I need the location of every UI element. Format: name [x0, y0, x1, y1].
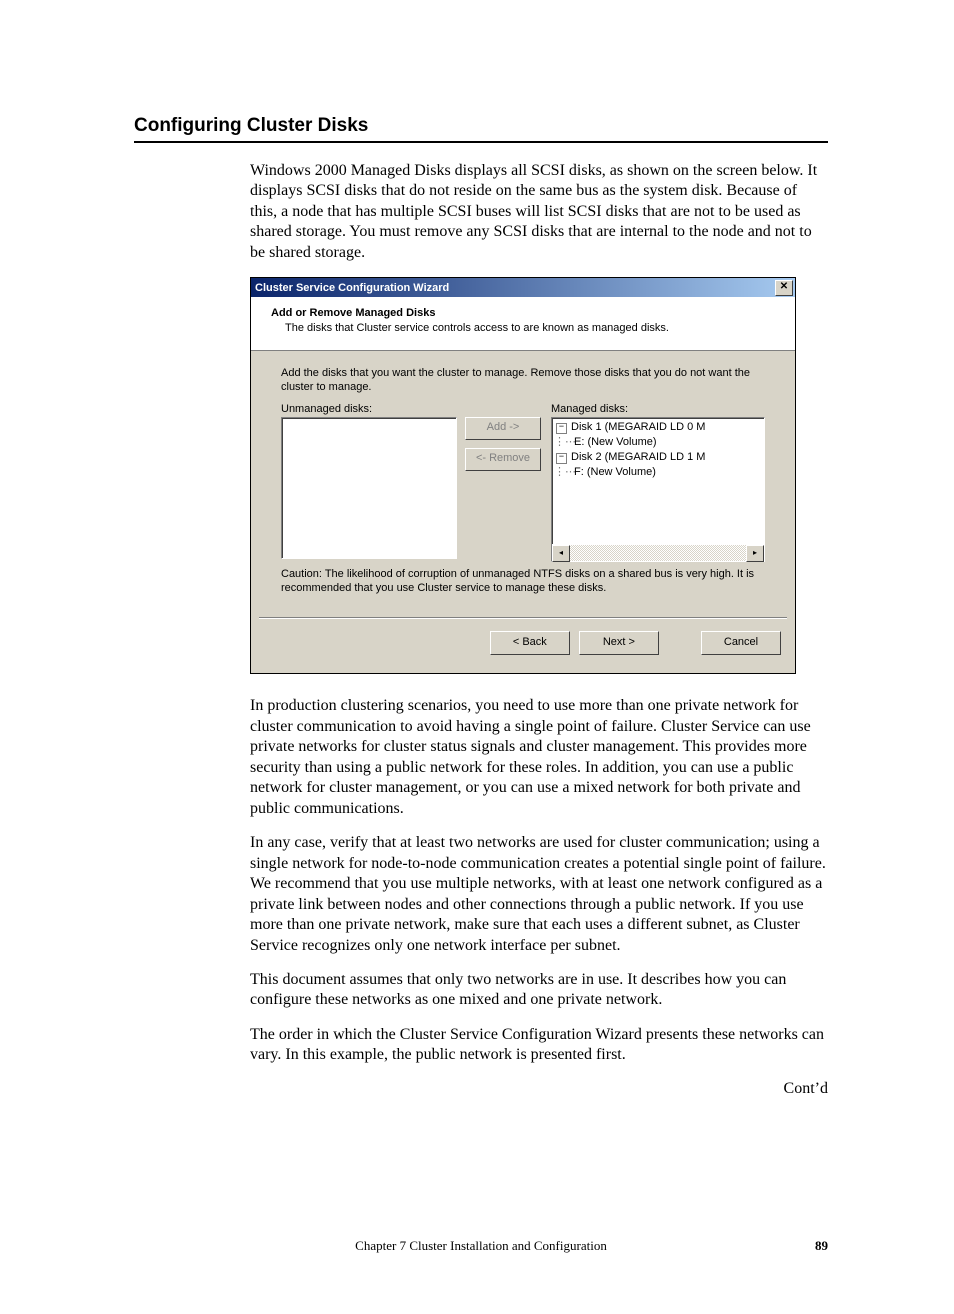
- tree-item-disk2-vol[interactable]: ⋮⋯F: (New Volume): [554, 465, 762, 480]
- continued-marker: Cont’d: [250, 1080, 828, 1098]
- cancel-button[interactable]: Cancel: [701, 631, 781, 655]
- remove-button[interactable]: <- Remove: [465, 448, 541, 471]
- body-paragraph: The order in which the Cluster Service C…: [250, 1025, 828, 1066]
- dialog-titlebar: Cluster Service Configuration Wizard ✕: [251, 278, 795, 297]
- collapse-icon[interactable]: −: [556, 423, 567, 434]
- tree-item-disk1[interactable]: −Disk 1 (MEGARAID LD 0 M: [554, 420, 762, 435]
- close-icon[interactable]: ✕: [775, 280, 793, 296]
- body-paragraph: This document assumes that only two netw…: [250, 970, 828, 1011]
- body-paragraph: In production clustering scenarios, you …: [250, 696, 828, 819]
- intro-paragraph: Windows 2000 Managed Disks displays all …: [250, 161, 828, 263]
- footer-chapter: Chapter 7 Cluster Installation and Confi…: [355, 1238, 607, 1254]
- dialog-instruction: Add the disks that you want the cluster …: [281, 367, 765, 395]
- wizard-dialog: Cluster Service Configuration Wizard ✕ A…: [250, 277, 796, 674]
- unmanaged-label: Unmanaged disks:: [281, 403, 457, 415]
- horizontal-scrollbar[interactable]: ◂ ▸: [552, 544, 764, 561]
- scroll-left-icon[interactable]: ◂: [552, 545, 570, 562]
- add-button[interactable]: Add ->: [465, 417, 541, 440]
- unmanaged-listbox[interactable]: [281, 417, 457, 559]
- collapse-icon[interactable]: −: [556, 453, 567, 464]
- managed-treebox[interactable]: −Disk 1 (MEGARAID LD 0 M ⋮⋯E: (New Volum…: [551, 417, 765, 562]
- dialog-title: Cluster Service Configuration Wizard: [255, 282, 449, 294]
- body-paragraph: In any case, verify that at least two ne…: [250, 833, 828, 956]
- tree-item-disk1-vol[interactable]: ⋮⋯E: (New Volume): [554, 435, 762, 450]
- tree-item-disk2[interactable]: −Disk 2 (MEGARAID LD 1 M: [554, 450, 762, 465]
- back-button[interactable]: < Back: [490, 631, 570, 655]
- page-number: 89: [815, 1238, 828, 1254]
- next-button[interactable]: Next >: [579, 631, 659, 655]
- dialog-subheading: The disks that Cluster service controls …: [271, 322, 775, 334]
- dialog-header: Add or Remove Managed Disks The disks th…: [251, 297, 795, 351]
- scroll-right-icon[interactable]: ▸: [746, 545, 764, 562]
- page-footer: Chapter 7 Cluster Installation and Confi…: [134, 1238, 828, 1254]
- managed-label: Managed disks:: [551, 403, 765, 415]
- section-heading: Configuring Cluster Disks: [134, 115, 828, 143]
- caution-text: Caution: The likelihood of corruption of…: [281, 568, 765, 596]
- dialog-heading: Add or Remove Managed Disks: [271, 307, 775, 319]
